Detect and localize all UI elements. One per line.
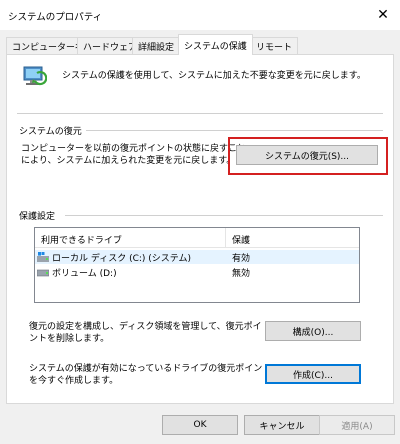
tab-system-protection[interactable]: システムの保護 <box>178 34 253 55</box>
system-protection-icon <box>23 66 47 86</box>
drive-row-c[interactable]: ローカル ディスク (C:) (システム) 有効 <box>35 250 359 264</box>
drive-row-d[interactable]: ボリューム (D:) 無効 <box>35 265 359 279</box>
restore-divider <box>79 130 383 131</box>
protection-heading: 保護設定 <box>19 209 60 222</box>
drive-list[interactable]: 利用できるドライブ 保護 ローカル ディスク (C:) (システム) 有効 ボリ… <box>34 227 360 303</box>
intro-divider <box>17 113 383 114</box>
create-button[interactable]: 作成(C)... <box>265 364 361 384</box>
column-separator[interactable] <box>225 228 226 248</box>
window-title: システムのプロパティ <box>8 12 103 23</box>
tab-strip: コンピューター名 ハードウェア 詳細設定 システムの保護 リモート <box>6 34 396 55</box>
drive-protection-status: 無効 <box>232 269 251 279</box>
protection-divider <box>65 215 383 216</box>
drive-protection-status: 有効 <box>232 254 251 264</box>
configure-button[interactable]: 構成(O)... <box>265 321 361 341</box>
windows-drive-icon <box>37 252 49 262</box>
drive-icon <box>37 269 49 277</box>
column-header-protection[interactable]: 保護 <box>232 233 250 246</box>
drive-list-header: 利用できるドライブ 保護 <box>35 228 359 248</box>
close-button[interactable]: ✕ <box>366 0 400 30</box>
title-bar: システムのプロパティ ✕ <box>0 0 400 30</box>
tab-remote[interactable]: リモート <box>250 37 299 54</box>
create-description: システムの保護が有効になっているドライブの復元ポイント を今すぐ作成します。 <box>29 364 272 386</box>
configure-description: 復元の設定を構成し、ディスク領域を管理して、復元ポイ ントを削除します。 <box>29 322 262 344</box>
restore-heading: システムの復元 <box>19 124 86 137</box>
drive-name: ボリューム (D:) <box>52 269 117 279</box>
cancel-button[interactable]: キャンセル <box>244 415 320 435</box>
drive-name: ローカル ディスク (C:) (システム) <box>52 254 192 264</box>
restore-button-highlight <box>228 137 388 175</box>
intro-text: システムの保護を使用して、システムに加えた不要な変更を元に戻します。 <box>62 71 366 81</box>
system-properties-dialog: システムのプロパティ ✕ コンピューター名 ハードウェア 詳細設定 システムの保… <box>0 0 400 444</box>
restore-description: コンピューターを以前の復元ポイントの状態に戻すこと により、システムに加えられた… <box>21 144 247 166</box>
apply-button[interactable]: 適用(A) <box>319 415 395 435</box>
tab-advanced[interactable]: 詳細設定 <box>132 37 181 54</box>
column-header-drive[interactable]: 利用できるドライブ <box>41 233 122 246</box>
ok-button[interactable]: OK <box>162 415 238 435</box>
